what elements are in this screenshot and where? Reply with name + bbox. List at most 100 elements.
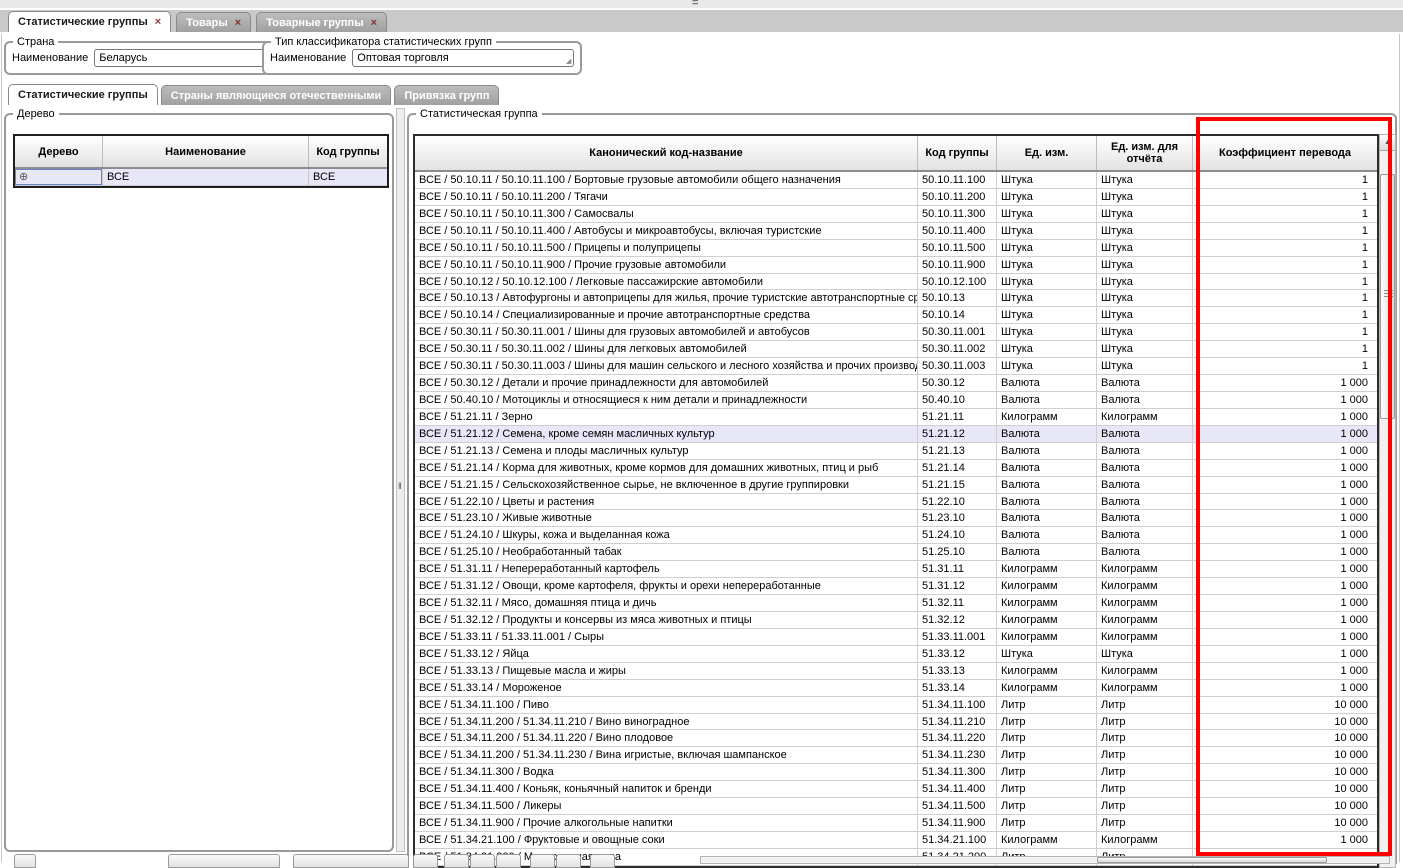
table-row[interactable]: ВСЕ / 51.21.14 / Корма для животных, кро… bbox=[415, 460, 1377, 477]
table-row[interactable]: ВСЕ / 51.34.11.200 / 51.34.11.220 / Вино… bbox=[415, 730, 1377, 747]
horizontal-scrollbar-thumb[interactable] bbox=[1097, 857, 1327, 863]
group-column-header[interactable]: Канонический код-название bbox=[415, 136, 918, 170]
expand-icon[interactable]: ⊕ bbox=[19, 171, 28, 183]
cell-canonical-name: ВСЕ / 51.34.11.200 / 51.34.11.230 / Вина… bbox=[415, 747, 918, 763]
table-row[interactable]: ВСЕ / 50.40.10 / Мотоциклы и относящиеся… bbox=[415, 392, 1377, 409]
vertical-scrollbar[interactable]: ▲ bbox=[1379, 134, 1396, 868]
main-tab[interactable]: Товарные группы× bbox=[256, 12, 387, 32]
sub-tab[interactable]: Страны являющиеся отечественными bbox=[161, 85, 392, 105]
tree-legend: Дерево bbox=[13, 108, 59, 120]
cell-unit: Штука bbox=[997, 274, 1097, 290]
table-row[interactable]: ВСЕ / 51.34.11.200 / 51.34.11.210 / Вино… bbox=[415, 714, 1377, 731]
cell-unit: Штука bbox=[997, 223, 1097, 239]
table-row[interactable]: ВСЕ / 51.31.11 / Непереработанный картоф… bbox=[415, 561, 1377, 578]
table-row[interactable]: ВСЕ / 51.21.13 / Семена и плоды масличны… bbox=[415, 443, 1377, 460]
table-row[interactable]: ВСЕ / 51.32.11 / Мясо, домашняя птица и … bbox=[415, 595, 1377, 612]
tree-toolbar-button[interactable] bbox=[14, 854, 36, 868]
table-row[interactable]: ВСЕ / 51.25.10 / Необработанный табак51.… bbox=[415, 544, 1377, 561]
table-row[interactable]: ВСЕ / 50.10.11 / 50.10.11.300 / Самосвал… bbox=[415, 206, 1377, 223]
table-row[interactable]: ВСЕ / 50.30.11 / 50.30.11.003 / Шины для… bbox=[415, 358, 1377, 375]
table-row[interactable]: ВСЕ / 51.22.10 / Цветы и растения51.22.1… bbox=[415, 494, 1377, 511]
table-row[interactable]: ВСЕ / 50.10.11 / 50.10.11.500 / Прицепы … bbox=[415, 240, 1377, 257]
tree-column-header[interactable]: Дерево bbox=[15, 136, 103, 167]
table-row[interactable]: ВСЕ / 51.33.12 / Яйца51.33.12ШтукаШтука1… bbox=[415, 646, 1377, 663]
cell-conversion-coefficient: 1 bbox=[1193, 324, 1377, 340]
table-row[interactable]: ВСЕ / 50.10.14 / Специализированные и пр… bbox=[415, 307, 1377, 324]
table-row[interactable]: ВСЕ / 50.10.11 / 50.10.11.100 / Бортовые… bbox=[415, 172, 1377, 189]
cell-conversion-coefficient: 1 000 bbox=[1193, 663, 1377, 679]
table-row[interactable]: ВСЕ / 50.10.13 / Автофургоны и автоприце… bbox=[415, 290, 1377, 307]
sub-tab-label: Привязка групп bbox=[404, 90, 489, 102]
table-row[interactable]: ВСЕ / 50.10.11 / 50.10.11.400 / Автобусы… bbox=[415, 223, 1377, 240]
cell-unit: Штука bbox=[997, 240, 1097, 256]
panel-splitter[interactable]: ‖ bbox=[396, 108, 405, 852]
table-row[interactable]: ВСЕ / 51.31.12 / Овощи, кроме картофеля,… bbox=[415, 578, 1377, 595]
table-row[interactable]: ВСЕ / 51.24.10 / Шкуры, кожа и выделанна… bbox=[415, 527, 1377, 544]
table-row[interactable]: ВСЕ / 50.30.12 / Детали и прочие принадл… bbox=[415, 375, 1377, 392]
classifier-name-input[interactable] bbox=[352, 49, 574, 67]
table-row[interactable]: ВСЕ / 51.33.14 / Мороженое51.33.14Килогр… bbox=[415, 680, 1377, 697]
group-toolbar-button[interactable] bbox=[413, 854, 438, 868]
tree-toolbar-button[interactable] bbox=[293, 854, 409, 868]
horizontal-scrollbar[interactable] bbox=[700, 856, 1390, 864]
tree-toolbar-button[interactable] bbox=[168, 854, 280, 868]
tree-panel: Дерево ДеревоНаименованиеКод группы ⊕ВСЕ… bbox=[4, 108, 394, 852]
country-name-input[interactable] bbox=[94, 49, 276, 67]
table-row[interactable]: ВСЕ / 51.21.15 / Сельскохозяйственное сы… bbox=[415, 477, 1377, 494]
cell-conversion-coefficient: 10 000 bbox=[1193, 730, 1377, 746]
group-column-header[interactable]: Ед. изм. для отчёта bbox=[1097, 136, 1193, 170]
cell-conversion-coefficient: 1 000 bbox=[1193, 544, 1377, 560]
collapse-handle-icon[interactable]: = bbox=[692, 0, 698, 9]
table-row[interactable]: ВСЕ / 50.30.11 / 50.30.11.001 / Шины для… bbox=[415, 324, 1377, 341]
tree-row[interactable]: ⊕ВСЕВСЕ bbox=[15, 169, 387, 186]
tree-column-header[interactable]: Наименование bbox=[103, 136, 309, 167]
group-toolbar-button[interactable] bbox=[590, 854, 615, 868]
table-row[interactable]: ВСЕ / 51.34.11.500 / Ликеры51.34.11.500Л… bbox=[415, 798, 1377, 815]
sub-tab[interactable]: Статистические группы bbox=[8, 84, 158, 105]
cell-canonical-name: ВСЕ / 51.34.11.300 / Водка bbox=[415, 764, 918, 780]
cell-canonical-name: ВСЕ / 50.30.12 / Детали и прочие принадл… bbox=[415, 375, 918, 391]
sub-tab[interactable]: Привязка групп bbox=[394, 85, 499, 105]
table-row[interactable]: ВСЕ / 51.32.12 / Продукты и консервы из … bbox=[415, 612, 1377, 629]
group-toolbar-button[interactable] bbox=[530, 854, 555, 868]
table-row[interactable]: ВСЕ / 50.30.11 / 50.30.11.002 / Шины для… bbox=[415, 341, 1377, 358]
close-icon[interactable]: × bbox=[235, 18, 241, 28]
group-column-header[interactable]: Ед. изм. bbox=[997, 136, 1097, 170]
cell-canonical-name: ВСЕ / 51.21.13 / Семена и плоды масличны… bbox=[415, 443, 918, 459]
cell-group-code: 51.33.13 bbox=[918, 663, 997, 679]
close-icon[interactable]: × bbox=[371, 18, 377, 28]
group-column-header[interactable]: Коэффициент перевода bbox=[1193, 136, 1377, 170]
main-tab[interactable]: Товары× bbox=[176, 12, 251, 32]
table-row[interactable]: ВСЕ / 50.10.11 / 50.10.11.900 / Прочие г… bbox=[415, 257, 1377, 274]
group-toolbar-button[interactable] bbox=[496, 854, 521, 868]
table-row[interactable]: ВСЕ / 50.10.12 / 50.10.12.100 / Легковые… bbox=[415, 274, 1377, 291]
cell-conversion-coefficient: 1 000 bbox=[1193, 646, 1377, 662]
cell-conversion-coefficient: 1 bbox=[1193, 206, 1377, 222]
table-row[interactable]: ВСЕ / 51.34.11.300 / Водка51.34.11.300Ли… bbox=[415, 764, 1377, 781]
scroll-up-button[interactable]: ▲ bbox=[1380, 135, 1395, 151]
group-column-header[interactable]: Код группы bbox=[918, 136, 997, 170]
table-row[interactable]: ВСЕ / 51.34.11.900 / Прочие алкогольные … bbox=[415, 815, 1377, 832]
cell-conversion-coefficient: 1 bbox=[1193, 341, 1377, 357]
scrollbar-thumb[interactable] bbox=[1380, 174, 1395, 419]
table-row[interactable]: ВСЕ / 51.34.21.100 / Фруктовые и овощные… bbox=[415, 832, 1377, 849]
close-icon[interactable]: × bbox=[155, 17, 161, 27]
table-row[interactable]: ВСЕ / 51.23.10 / Живые животные51.23.10В… bbox=[415, 510, 1377, 527]
main-tab[interactable]: Статистические группы× bbox=[8, 11, 171, 32]
table-row[interactable]: ВСЕ / 51.33.13 / Пищевые масла и жиры51.… bbox=[415, 663, 1377, 680]
tree-column-header[interactable]: Код группы bbox=[309, 136, 387, 167]
table-row[interactable]: ВСЕ / 51.34.11.400 / Коньяк, коньячный н… bbox=[415, 781, 1377, 798]
table-row[interactable]: ВСЕ / 51.33.11 / 51.33.11.001 / Сыры51.3… bbox=[415, 629, 1377, 646]
cell-group-code: 51.34.11.900 bbox=[918, 815, 997, 831]
group-toolbar-button[interactable] bbox=[556, 854, 581, 868]
cell-unit-report: Валюта bbox=[1097, 392, 1193, 408]
group-toolbar-button[interactable] bbox=[470, 854, 495, 868]
table-row[interactable]: ВСЕ / 51.21.11 / Зерно51.21.11КилограммК… bbox=[415, 409, 1377, 426]
table-row[interactable]: ВСЕ / 51.21.12 / Семена, кроме семян мас… bbox=[415, 426, 1377, 443]
country-name-label: Наименование bbox=[12, 52, 88, 64]
table-row[interactable]: ВСЕ / 51.34.11.100 / Пиво51.34.11.100Лит… bbox=[415, 697, 1377, 714]
table-row[interactable]: ВСЕ / 51.34.11.200 / 51.34.11.230 / Вина… bbox=[415, 747, 1377, 764]
cell-unit-report: Штука bbox=[1097, 341, 1193, 357]
table-row[interactable]: ВСЕ / 50.10.11 / 50.10.11.200 / Тягачи50… bbox=[415, 189, 1377, 206]
group-toolbar-button[interactable] bbox=[444, 854, 469, 868]
